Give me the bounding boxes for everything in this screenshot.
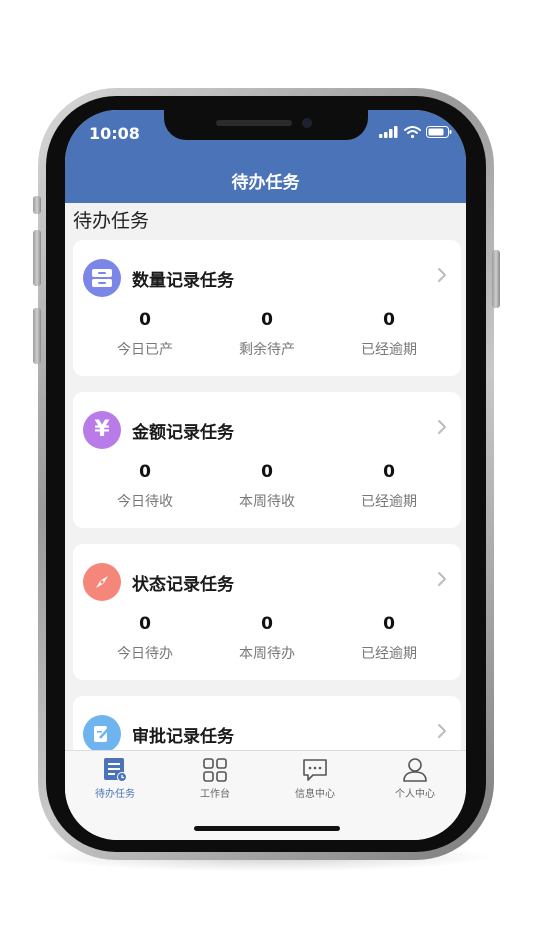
status-time: 10:08 bbox=[89, 124, 140, 143]
card-title: 数量记录任务 bbox=[132, 271, 234, 291]
approval-icon bbox=[83, 715, 121, 753]
wifi-icon bbox=[404, 126, 421, 138]
silent-switch bbox=[33, 196, 41, 214]
tab-label: 工作台 bbox=[200, 789, 230, 800]
task-list-icon bbox=[104, 758, 127, 782]
stat-overdue: 0 已经逾期 bbox=[329, 614, 449, 663]
stat-week-todo: 0 本周待办 bbox=[207, 614, 327, 663]
amount-task-card[interactable]: ¥ 金额记录任务 0 今日待收 0 本周待收 0 已经逾期 bbox=[73, 392, 461, 528]
volume-up-button bbox=[33, 230, 41, 286]
stat-value: 0 bbox=[261, 310, 273, 330]
stat-value: 0 bbox=[383, 310, 395, 330]
stat-remaining: 0 剩余待产 bbox=[207, 310, 327, 359]
grid-icon bbox=[203, 758, 227, 782]
yen-icon: ¥ bbox=[83, 411, 121, 449]
tab-workbench[interactable]: 工作台 bbox=[165, 757, 265, 800]
stat-label: 已经逾期 bbox=[361, 494, 417, 510]
stat-label: 本周待收 bbox=[239, 494, 295, 510]
chevron-right-icon[interactable] bbox=[437, 419, 447, 435]
status-icons bbox=[379, 126, 452, 138]
stat-label: 已经逾期 bbox=[361, 342, 417, 358]
battery-icon bbox=[426, 126, 452, 138]
chevron-right-icon[interactable] bbox=[437, 723, 447, 739]
tab-label: 个人中心 bbox=[395, 789, 435, 800]
status-task-card[interactable]: 状态记录任务 0 今日待办 0 本周待办 0 已经逾期 bbox=[73, 544, 461, 680]
stat-value: 0 bbox=[261, 462, 273, 482]
chevron-right-icon[interactable] bbox=[437, 571, 447, 587]
cellular-signal-icon bbox=[379, 126, 398, 138]
phone-speaker bbox=[216, 120, 292, 126]
stat-today-receivable: 0 今日待收 bbox=[85, 462, 205, 511]
user-icon bbox=[403, 758, 427, 782]
chevron-right-icon[interactable] bbox=[437, 267, 447, 283]
volume-down-button bbox=[33, 308, 41, 364]
home-indicator[interactable] bbox=[194, 826, 340, 831]
compass-icon bbox=[83, 563, 121, 601]
stat-week-receivable: 0 本周待收 bbox=[207, 462, 327, 511]
tab-label: 待办任务 bbox=[95, 789, 135, 800]
stat-value: 0 bbox=[383, 462, 395, 482]
card-title: 金额记录任务 bbox=[132, 423, 234, 443]
card-title: 审批记录任务 bbox=[132, 727, 234, 747]
stat-label: 今日待收 bbox=[117, 494, 173, 510]
stat-label: 今日待办 bbox=[117, 646, 173, 662]
tab-label: 信息中心 bbox=[295, 789, 335, 800]
stat-label: 今日已产 bbox=[117, 342, 173, 358]
stat-value: 0 bbox=[139, 614, 151, 634]
approval-task-card[interactable]: 审批记录任务 bbox=[73, 696, 461, 756]
section-title: 待办任务 bbox=[73, 210, 150, 232]
stat-value: 0 bbox=[261, 614, 273, 634]
quantity-task-card[interactable]: 数量记录任务 0 今日已产 0 剩余待产 0 已经逾期 bbox=[73, 240, 461, 376]
stat-value: 0 bbox=[139, 310, 151, 330]
stat-today-todo: 0 今日待办 bbox=[85, 614, 205, 663]
stat-overdue: 0 已经逾期 bbox=[329, 462, 449, 511]
stat-overdue: 0 已经逾期 bbox=[329, 310, 449, 359]
stat-label: 本周待办 bbox=[239, 646, 295, 662]
stat-label: 已经逾期 bbox=[361, 646, 417, 662]
stat-value: 0 bbox=[383, 614, 395, 634]
header-title: 待办任务 bbox=[231, 173, 300, 193]
front-camera bbox=[302, 118, 312, 128]
stat-label: 剩余待产 bbox=[239, 342, 295, 358]
app-screen: 10:08 待办任务 待办任务 数量记录任务 0 今日已产 0 剩余待产 0 已… bbox=[65, 110, 466, 840]
tab-tasks[interactable]: 待办任务 bbox=[65, 757, 165, 800]
message-icon bbox=[303, 759, 327, 781]
stat-today-produced: 0 今日已产 bbox=[85, 310, 205, 359]
database-icon bbox=[83, 259, 121, 297]
power-button bbox=[492, 250, 500, 308]
tab-profile[interactable]: 个人中心 bbox=[365, 757, 465, 800]
card-title: 状态记录任务 bbox=[132, 575, 234, 595]
stat-value: 0 bbox=[139, 462, 151, 482]
tab-messages[interactable]: 信息中心 bbox=[265, 757, 365, 800]
